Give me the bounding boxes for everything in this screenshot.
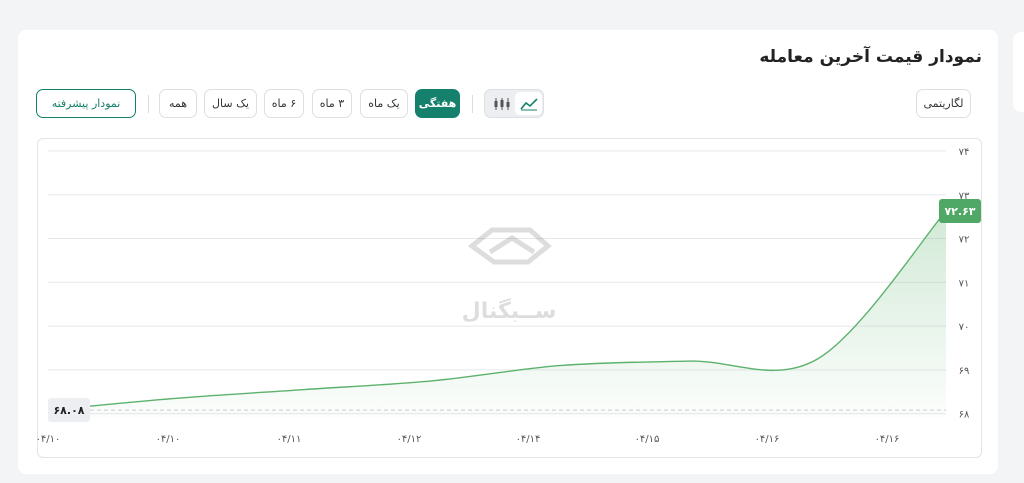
last-price-tag: ۷۲.۶۳ bbox=[939, 198, 981, 223]
y-tick-label: ۷۰ bbox=[959, 322, 970, 333]
x-tick-label: ۰۴/۱۰ bbox=[36, 434, 61, 445]
y-tick-label: ۷۱ bbox=[959, 278, 970, 289]
watermark-text: ســبگنال bbox=[462, 297, 557, 324]
first-price-tag: ۶۸.۰۸ bbox=[48, 398, 90, 423]
y-tick-label: ۷۴ bbox=[959, 147, 970, 158]
y-tick-label: ۶۸ bbox=[959, 410, 970, 421]
last-price-label: ۷۲.۶۳ bbox=[944, 205, 975, 218]
x-tick-label: ۰۴/۱۱ bbox=[277, 434, 302, 445]
x-tick-label: ۰۴/۱۰ bbox=[156, 434, 181, 445]
watermark-logo: ســبگنال bbox=[462, 227, 557, 324]
x-tick-label: ۰۴/۱۴ bbox=[516, 434, 541, 445]
x-tick-label: ۰۴/۱۵ bbox=[635, 434, 660, 445]
x-tick-label: ۰۴/۱۲ bbox=[397, 434, 422, 445]
price-chart: ســبگنال ۷۴۷۳۷۲۷۱۷۰۶۹۶۸ ۰۴/۱۰ ۰۴/۱۰ ۰۴/۱۱ ۰… bbox=[36, 147, 981, 445]
y-tick-label: ۷۲ bbox=[959, 235, 970, 246]
y-tick-label: ۶۹ bbox=[959, 366, 970, 377]
x-tick-label: ۰۴/۱۶ bbox=[875, 434, 900, 445]
first-price-label: ۶۸.۰۸ bbox=[53, 404, 84, 417]
x-tick-label: ۰۴/۱۶ bbox=[755, 434, 780, 445]
